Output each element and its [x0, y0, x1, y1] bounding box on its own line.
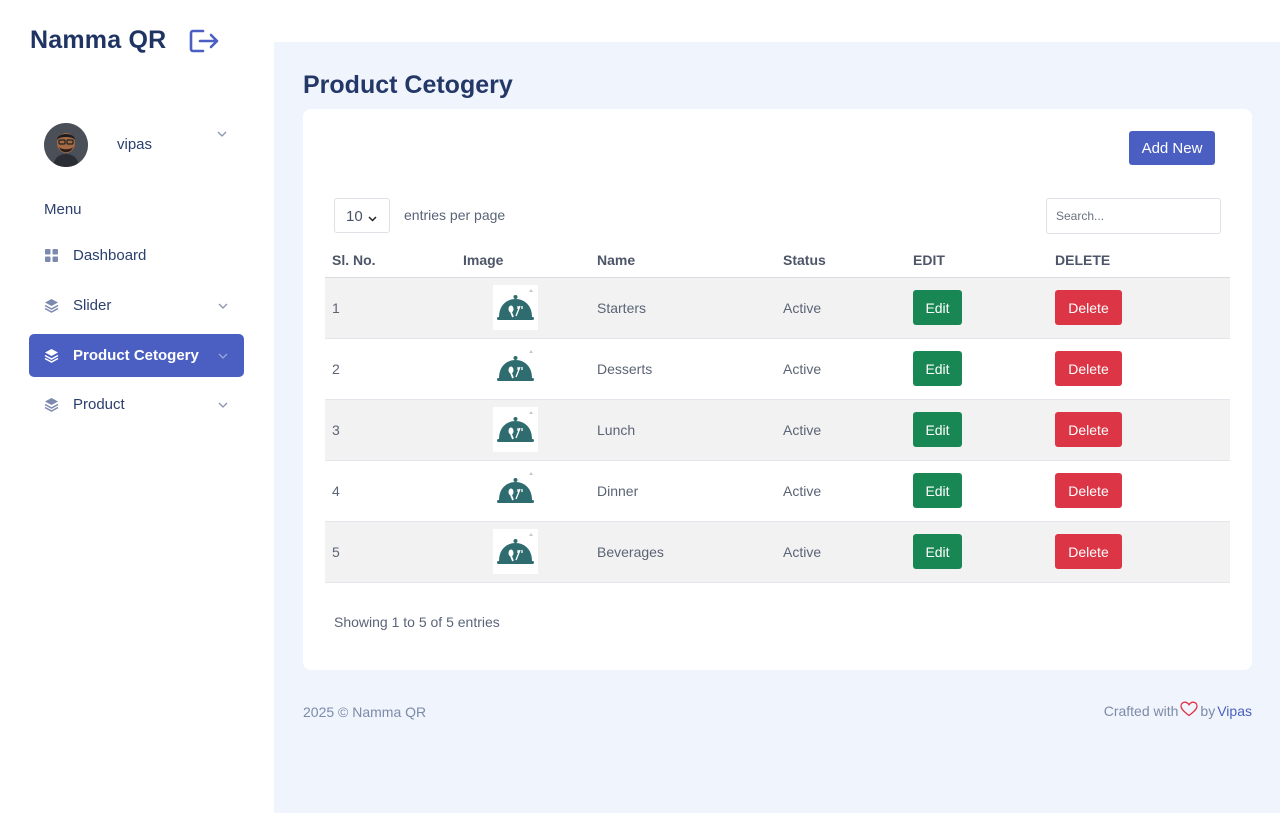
table-row: 5 Beverages Active Edit Delete: [325, 521, 1230, 583]
table-row: 1 Starters Active Edit Delete: [325, 277, 1230, 339]
column-header-image[interactable]: Image: [456, 243, 590, 278]
chevron-down-icon: [217, 299, 229, 311]
table-info: Showing 1 to 5 of 5 entries: [334, 614, 500, 630]
user-name: vipas: [117, 136, 153, 153]
per-page-label: entries per page: [404, 207, 506, 223]
footer-by-text: by: [1200, 702, 1216, 719]
main-content: Product Cetogery Add New 10 entries per …: [274, 42, 1280, 813]
sidebar-item-slider[interactable]: Slider: [29, 284, 244, 327]
footer-credits: Crafted with by Vipas: [1104, 701, 1252, 720]
layers-icon: [44, 298, 59, 313]
cell-status: Active: [776, 399, 906, 461]
sidebar: Namma QR vipas Menu Dashboard Slider Pro…: [0, 0, 274, 813]
chevron-down-icon: [216, 127, 228, 139]
cell-sl-no: 5: [325, 521, 456, 583]
category-image: [493, 468, 538, 513]
heart-icon: [1180, 701, 1199, 720]
column-header-status[interactable]: Status: [776, 243, 906, 278]
cell-sl-no: 4: [325, 460, 456, 522]
sidebar-item-label: Product Cetogery: [73, 347, 199, 364]
chevron-down-icon: [217, 349, 229, 361]
column-header-delete[interactable]: DELETE: [1048, 243, 1230, 278]
footer-copyright: 2025 © Namma QR: [303, 704, 427, 720]
logout-icon[interactable]: [189, 28, 221, 54]
category-image: [493, 285, 538, 330]
cell-status: Active: [776, 277, 906, 339]
add-new-button[interactable]: Add New: [1129, 131, 1215, 165]
brand-logo[interactable]: Namma QR: [30, 26, 166, 55]
search-input[interactable]: [1046, 198, 1221, 234]
sidebar-item-label: Slider: [73, 297, 112, 314]
cell-name: Dinner: [590, 460, 776, 522]
cell-name: Lunch: [590, 399, 776, 461]
footer-crafted-text: Crafted with: [1103, 702, 1179, 719]
delete-button[interactable]: Delete: [1055, 290, 1122, 325]
layers-icon: [44, 397, 59, 412]
table-row: 4 Dinner Active Edit Delete: [325, 460, 1230, 522]
cell-status: Active: [776, 460, 906, 522]
delete-button[interactable]: Delete: [1055, 412, 1122, 447]
grid-icon: [44, 248, 59, 263]
category-table: Sl. No. Image Name Status EDIT DELETE 1 …: [325, 243, 1230, 583]
sidebar-item-product-cetogery[interactable]: Product Cetogery: [29, 334, 244, 377]
sidebar-item-label: Product: [73, 396, 125, 413]
layers-icon: [44, 348, 59, 363]
cell-status: Active: [776, 521, 906, 583]
category-image: [493, 346, 538, 391]
sidebar-item-dashboard[interactable]: Dashboard: [29, 234, 244, 277]
category-image: [493, 529, 538, 574]
cell-name: Beverages: [590, 521, 776, 583]
cell-status: Active: [776, 338, 906, 400]
menu-title: Menu: [44, 201, 82, 218]
table-row: 2 Desserts Active Edit Delete: [325, 338, 1230, 400]
delete-button[interactable]: Delete: [1055, 534, 1122, 569]
edit-button[interactable]: Edit: [913, 290, 962, 325]
cell-sl-no: 3: [325, 399, 456, 461]
entries-per-page-select[interactable]: 10: [334, 198, 390, 233]
edit-button[interactable]: Edit: [913, 412, 962, 447]
table-row: 3 Lunch Active Edit Delete: [325, 399, 1230, 461]
table-header-row: Sl. No. Image Name Status EDIT DELETE: [325, 243, 1230, 278]
edit-button[interactable]: Edit: [913, 534, 962, 569]
page-title: Product Cetogery: [303, 71, 513, 99]
delete-button[interactable]: Delete: [1055, 473, 1122, 508]
author-link[interactable]: Vipas: [1217, 703, 1252, 719]
cell-sl-no: 2: [325, 338, 456, 400]
column-header-name[interactable]: Name: [590, 243, 776, 278]
category-card: Add New 10 entries per page Sl. No. Imag…: [303, 109, 1252, 670]
cell-sl-no: 1: [325, 277, 456, 339]
user-dropdown[interactable]: vipas: [44, 123, 234, 167]
column-header-sl-no[interactable]: Sl. No.: [325, 243, 456, 278]
chevron-down-icon: [367, 211, 378, 222]
edit-button[interactable]: Edit: [913, 351, 962, 386]
chevron-down-icon: [217, 398, 229, 410]
delete-button[interactable]: Delete: [1055, 351, 1122, 386]
category-image: [493, 407, 538, 452]
sidebar-item-label: Dashboard: [73, 247, 147, 264]
avatar: [44, 123, 88, 167]
cell-name: Starters: [590, 277, 776, 339]
column-header-edit[interactable]: EDIT: [906, 243, 1048, 278]
edit-button[interactable]: Edit: [913, 473, 962, 508]
sidebar-item-product[interactable]: Product: [29, 383, 244, 426]
per-page-value: 10: [346, 208, 363, 225]
cell-name: Desserts: [590, 338, 776, 400]
